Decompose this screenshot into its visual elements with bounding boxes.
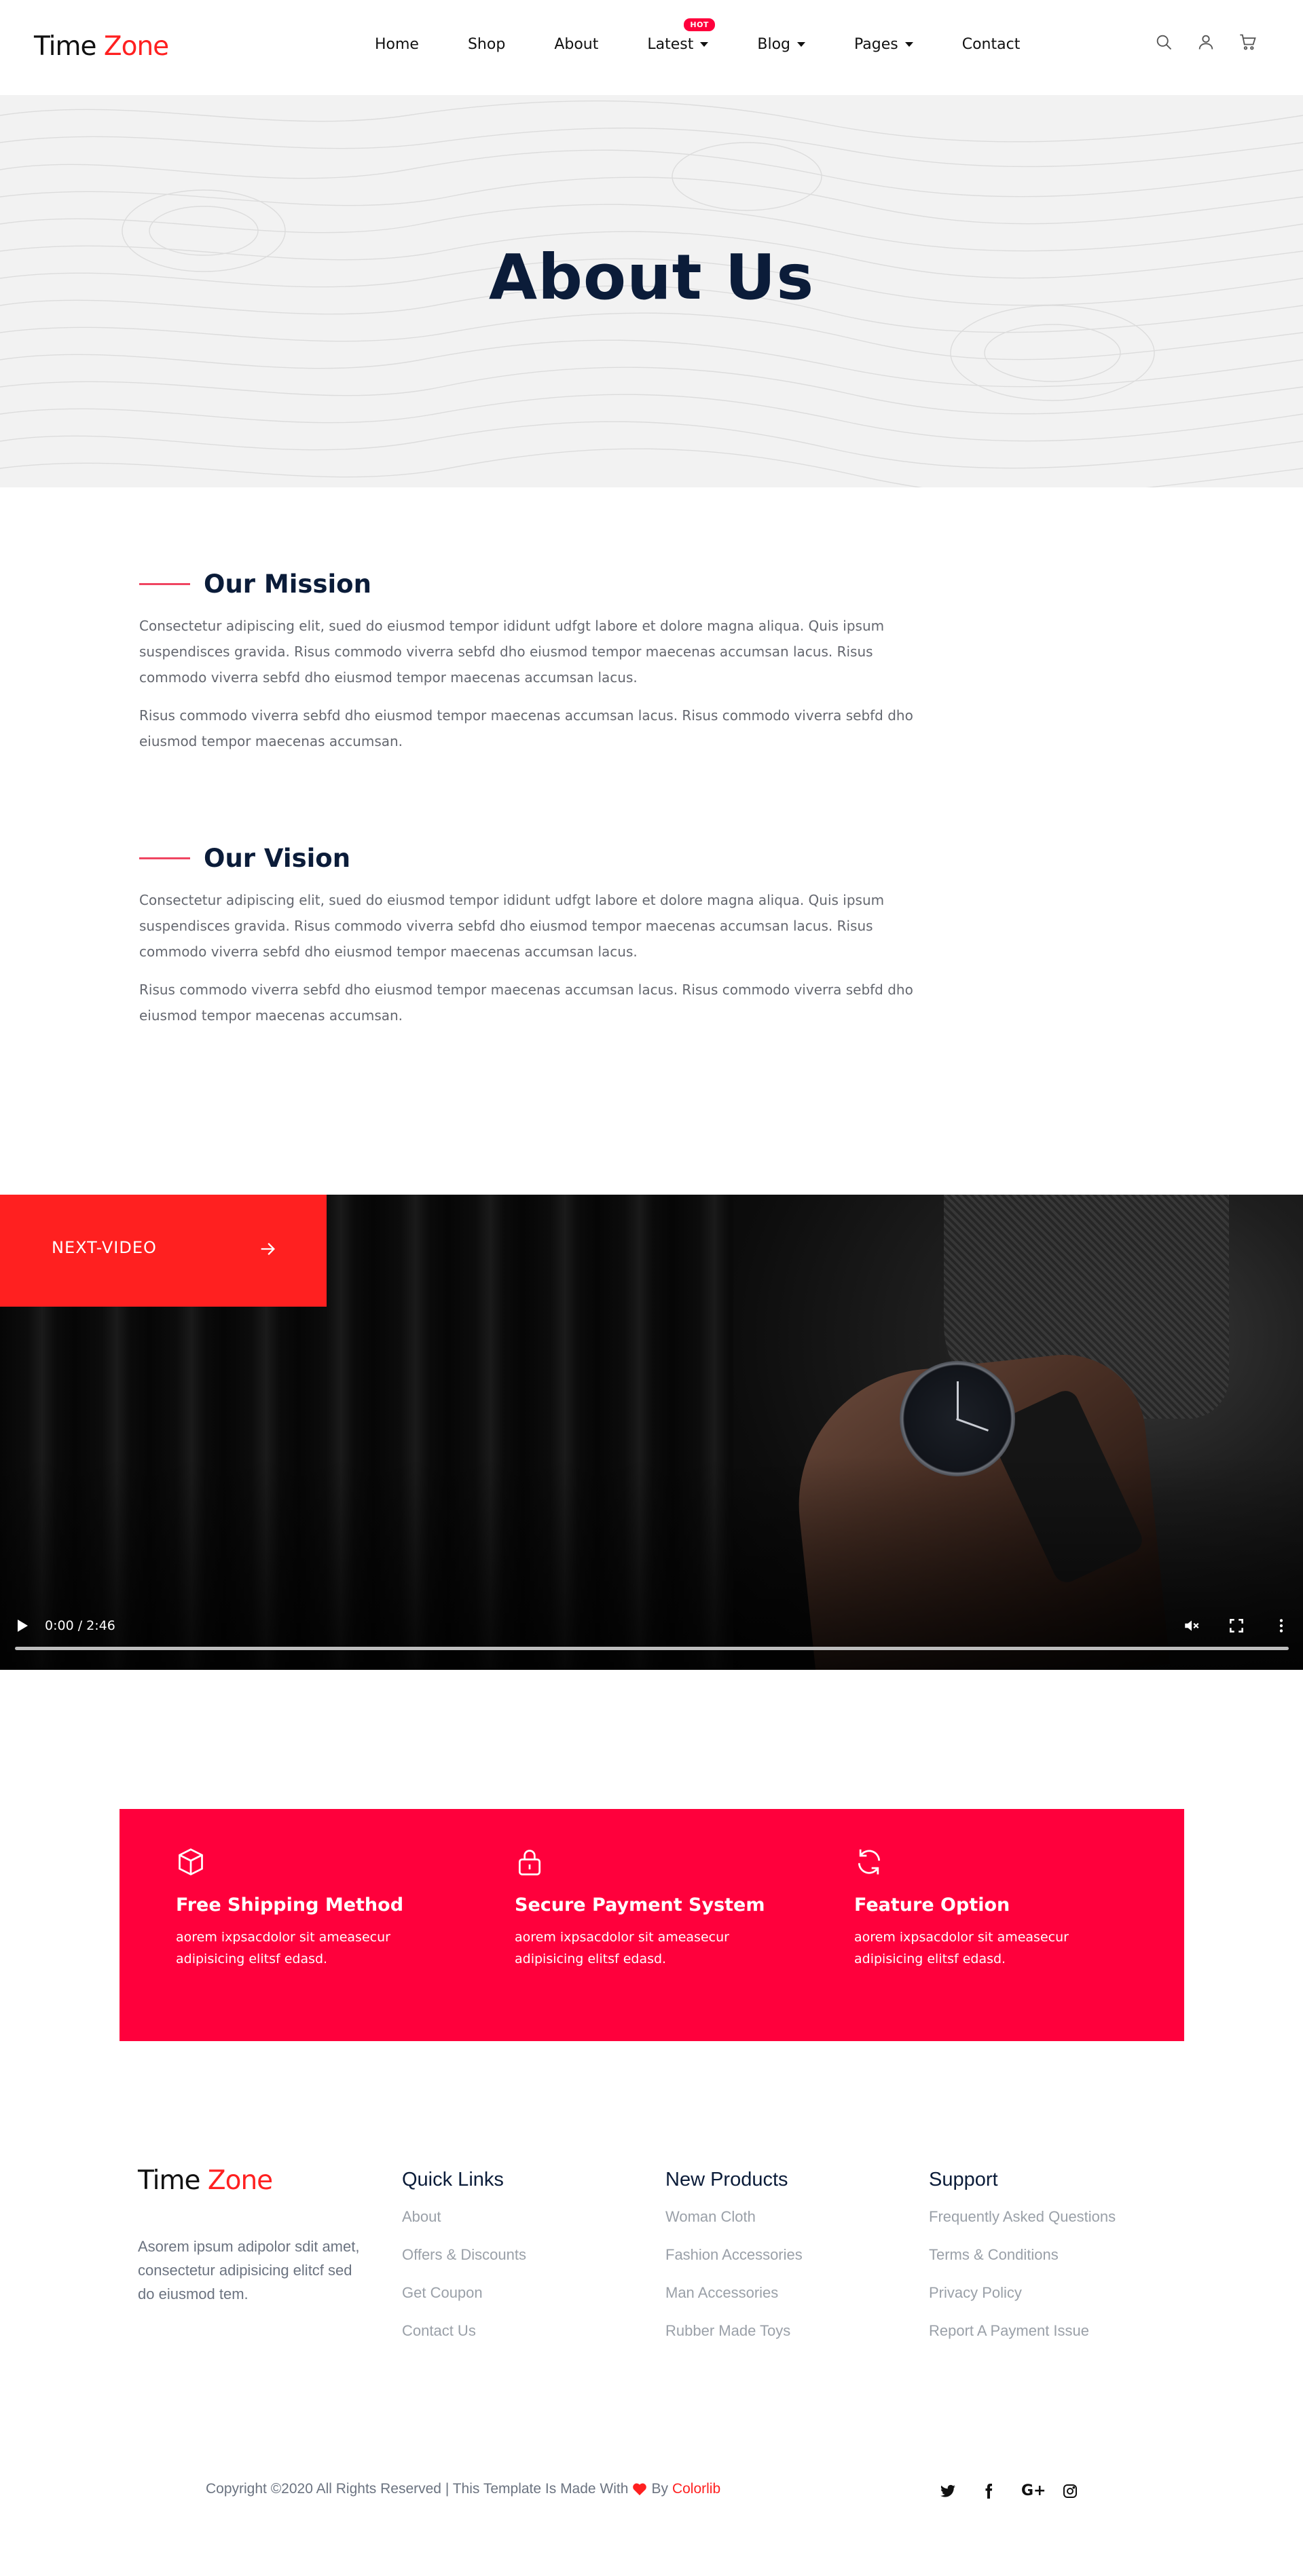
cart-icon[interactable] [1238,33,1258,52]
feature-title: Secure Payment System [515,1894,765,1916]
next-video-button[interactable]: NEXT-VIDEO [0,1195,327,1307]
mission-paragraph-1: Consectetur adipiscing elit, sued do eiu… [139,618,885,686]
play-icon[interactable] [18,1620,28,1632]
mission-title: Our Mission [204,569,371,599]
nav-item-contact[interactable]: Contact [962,36,1021,53]
footer-logo[interactable]: Time Zone [138,2165,273,2196]
footer-link-about[interactable]: About [402,2206,526,2244]
footer-link-woman-cloth[interactable]: Woman Cloth [665,2206,803,2244]
heart-icon [633,2483,647,2496]
watch-image [900,1361,1015,1476]
video-time: 0:00 / 2:46 [45,1618,115,1633]
logo[interactable]: Time Zone [34,31,169,62]
nav-label: Blog [757,35,790,53]
twitter-icon[interactable] [940,2483,956,2499]
copyright: Copyright ©2020 All Rights Reserved | Th… [206,2481,720,2497]
watch-hand [955,1418,989,1432]
main-nav: Home Shop About Latest HOT Blog Pages Co… [375,18,1021,56]
feature-text: aorem ixpsacdolor sit ameasecur adipisic… [854,1930,1069,1966]
vision-paragraph-2: Risus commodo viverra sebfd dho eiusmod … [139,982,913,1024]
hero-banner: About Us [0,95,1303,487]
video-controls: 0:00 / 2:46 [0,1609,1303,1670]
footer-column-title: Support [929,2169,998,2190]
features-banner: Free Shipping Method aorem ixpsacdolor s… [120,1809,1184,2041]
nav-label: Latest [647,35,694,53]
nav-label: Pages [854,35,898,53]
user-icon[interactable] [1196,33,1215,52]
logo-text: Time [138,2165,200,2196]
fullscreen-icon[interactable] [1228,1617,1245,1635]
hot-badge: HOT [684,18,715,31]
google-plus-icon[interactable]: G+ [1021,2482,1046,2499]
footer-link-rubber-toys[interactable]: Rubber Made Toys [665,2320,803,2358]
footer-link-fashion-accessories[interactable]: Fashion Accessories [665,2244,803,2282]
footer-link-privacy[interactable]: Privacy Policy [929,2282,1116,2320]
nav-item-latest[interactable]: Latest HOT [647,18,715,53]
more-options-icon[interactable] [1272,1617,1290,1635]
feature-option: Feature Option aorem ixpsacdolor sit ame… [854,1847,1139,1970]
chevron-down-icon [904,41,913,47]
box-icon [179,1848,203,1875]
mission-section: Our Mission Consectetur adipiscing elit,… [139,567,920,754]
next-video-label: NEXT-VIDEO [52,1238,157,1257]
footer-about-text: Asorem ipsum adipolor sdit amet, consect… [138,2238,360,2302]
video-progress-bar[interactable] [15,1647,1289,1650]
heading-accent-line [139,582,190,585]
chevron-down-icon [797,41,805,47]
footer-new-products: New Products Woman Cloth Fashion Accesso… [665,2169,803,2358]
footer-column-title: Quick Links [402,2169,504,2190]
site-header: Time Zone Home Shop About Latest HOT Blo… [0,0,1303,95]
feature-payment: Secure Payment System aorem ixpsacdolor … [515,1847,800,1970]
feature-shipping: Free Shipping Method aorem ixpsacdolor s… [176,1847,461,1970]
colorlib-link[interactable]: Colorlib [672,2481,720,2497]
feature-title: Feature Option [854,1894,1010,1916]
logo-accent-text: Zone [103,31,169,62]
nav-item-blog[interactable]: Blog [757,36,805,53]
nav-item-home[interactable]: Home [375,36,419,53]
vision-paragraph-1: Consectetur adipiscing elit, sued do eiu… [139,892,885,960]
footer-link-contact[interactable]: Contact Us [402,2320,526,2358]
footer-link-offers[interactable]: Offers & Discounts [402,2244,526,2282]
instagram-icon[interactable] [1062,2483,1078,2499]
lock-icon [518,1850,541,1875]
nav-label: About [554,35,599,53]
nav-item-pages[interactable]: Pages [854,36,913,53]
footer-link-report-payment[interactable]: Report A Payment Issue [929,2320,1116,2358]
page-title: About Us [488,241,815,314]
chevron-down-icon [700,41,709,47]
vision-title: Our Vision [204,843,351,873]
mission-heading: Our Mission [139,567,920,601]
feature-title: Free Shipping Method [176,1894,404,1916]
footer-quick-links: Quick Links About Offers & Discounts Get… [402,2169,526,2358]
logo-text: Time [34,31,96,62]
vision-section: Our Vision Consectetur adipiscing elit, … [139,841,920,1028]
search-icon[interactable] [1154,33,1173,52]
refresh-icon [858,1849,881,1875]
watch-hand [957,1381,959,1419]
feature-text: aorem ixpsacdolor sit ameasecur adipisic… [176,1930,390,1966]
footer-link-faq[interactable]: Frequently Asked Questions [929,2206,1116,2244]
footer-link-man-accessories[interactable]: Man Accessories [665,2282,803,2320]
footer-link-terms[interactable]: Terms & Conditions [929,2244,1116,2282]
nav-label: Home [375,35,419,53]
nav-label: Shop [467,35,506,53]
logo-accent-text: Zone [207,2165,273,2196]
copyright-by: By [651,2481,668,2497]
mission-paragraph-2: Risus commodo viverra sebfd dho eiusmod … [139,707,913,749]
footer-column-title: New Products [665,2169,788,2190]
nav-label: Contact [961,35,1021,53]
social-links: G+ [940,2482,1078,2499]
nav-item-shop[interactable]: Shop [468,36,505,53]
feature-text: aorem ixpsacdolor sit ameasecur adipisic… [515,1930,729,1966]
heading-accent-line [139,857,190,859]
header-icons [1154,33,1258,52]
footer-link-coupon[interactable]: Get Coupon [402,2282,526,2320]
nav-item-about[interactable]: About [554,36,598,53]
mute-icon[interactable] [1183,1617,1200,1635]
arrow-right-icon [261,1243,275,1255]
copyright-text: Copyright ©2020 All Rights Reserved | Th… [206,2481,629,2497]
facebook-icon[interactable] [980,2483,997,2499]
vision-heading: Our Vision [139,841,920,875]
footer-support: Support Frequently Asked Questions Terms… [929,2169,1116,2358]
